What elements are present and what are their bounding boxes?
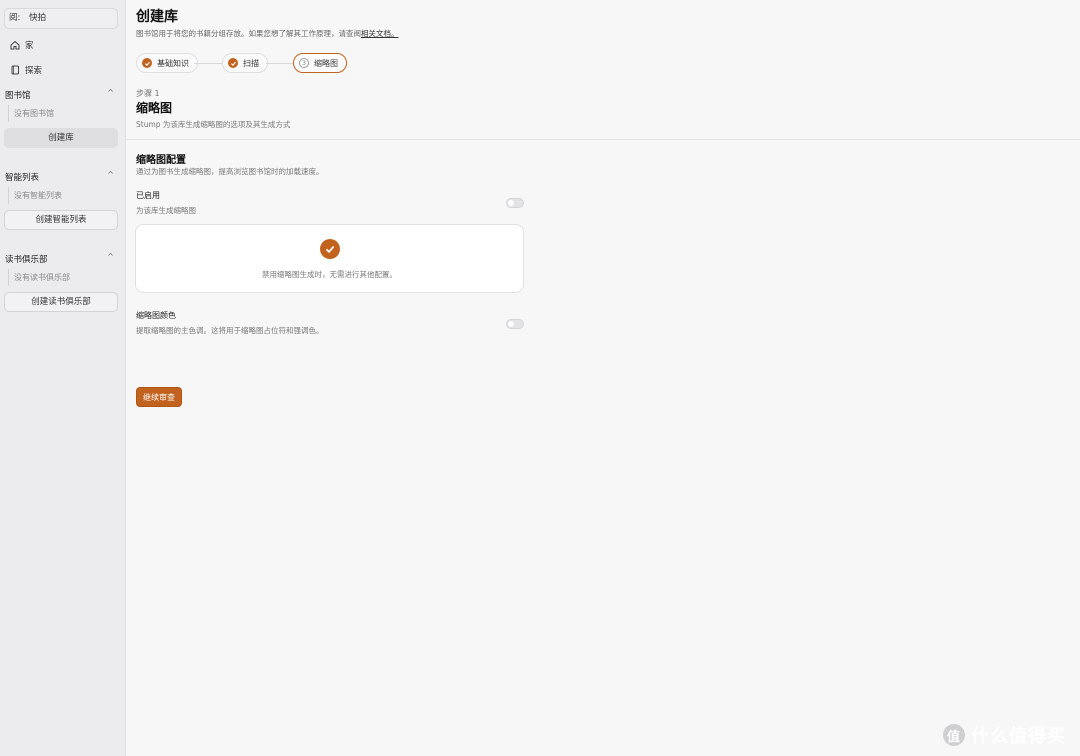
watermark-text: 什么值得买 xyxy=(971,726,1066,747)
page-subtitle: 图书馆用于将您的书籍分组存放。如果您想了解其工作原理，请查阅相关文档。 xyxy=(136,28,399,39)
option-enabled-label: 已启用 xyxy=(136,191,160,200)
check-icon xyxy=(142,58,152,68)
main-content: 创建库 图书馆用于将您的书籍分组存放。如果您想了解其工作原理，请查阅相关文档。 … xyxy=(126,0,1080,756)
section-smartlist-header[interactable]: 智能列表 ^ xyxy=(5,170,117,183)
step-basics-label: 基础知识 xyxy=(157,58,189,68)
option-color-desc: 提取缩略图的主色调。这将用于缩略图占位符和强调色。 xyxy=(136,326,324,335)
option-enabled-desc: 为该库生成缩略图 xyxy=(136,206,196,215)
section-description: 通过为图书生成缩略图，提高浏览图书馆时的加载速度。 xyxy=(136,167,324,176)
divider xyxy=(126,139,1080,140)
library-empty-text: 没有图书馆 xyxy=(8,105,124,122)
section-smartlist-title: 智能列表 xyxy=(5,173,40,183)
step-counter: 步骤 1 xyxy=(136,89,160,98)
nav-item-home-label: 家 xyxy=(25,41,34,51)
section-title: 缩略图配置 xyxy=(136,155,186,166)
option-color-label: 缩略图颜色 xyxy=(136,311,176,320)
nav-item-explore[interactable]: 探索 xyxy=(10,64,42,76)
info-text: 禁用缩略图生成时，无需进行其他配置。 xyxy=(262,270,397,279)
step-thumbnail-label: 缩略图 xyxy=(314,58,338,68)
section-bookclub-header[interactable]: 读书俱乐部 ^ xyxy=(5,252,117,265)
nav-item-explore-label: 探索 xyxy=(25,66,43,76)
library-switcher[interactable]: 阅: 快拍 xyxy=(4,8,118,29)
step-connector xyxy=(266,63,293,64)
bookclub-empty-text: 没有读书俱乐部 xyxy=(8,269,124,286)
step-thumbnail[interactable]: 3 缩略图 xyxy=(293,53,347,73)
docs-link[interactable]: 相关文档。 xyxy=(361,29,399,38)
watermark: 值 什么值得买 xyxy=(943,722,1066,748)
sidebar: 阅: 快拍 家 探索 图书馆 ^ 没有图书馆 创建库 智能列表 ^ 没有智能列表… xyxy=(0,0,126,756)
step-description: Stump 为该库生成缩略图的选项及其生成方式 xyxy=(136,120,291,129)
check-circle-icon xyxy=(320,239,340,259)
library-switcher-name: 快拍 xyxy=(29,13,47,23)
info-card: 禁用缩略图生成时，无需进行其他配置。 xyxy=(135,224,524,293)
home-icon xyxy=(10,40,20,50)
watermark-logo: 值 xyxy=(943,724,965,746)
chevron-up-icon[interactable]: ^ xyxy=(107,88,114,97)
step-number: 3 xyxy=(299,58,309,68)
page-subtitle-text: 图书馆用于将您的书籍分组存放。如果您想了解其工作原理，请查阅 xyxy=(136,29,361,38)
chevron-up-icon[interactable]: ^ xyxy=(107,252,114,261)
library-switcher-prefix: 阅: xyxy=(9,13,21,23)
step-scan-label: 扫描 xyxy=(243,58,259,68)
step-title: 缩略图 xyxy=(136,101,173,115)
book-icon xyxy=(11,65,19,75)
create-bookclub-button[interactable]: 创建读书俱乐部 xyxy=(4,292,118,312)
color-toggle[interactable] xyxy=(506,319,524,329)
section-library-title: 图书馆 xyxy=(5,91,31,101)
chevron-up-icon[interactable]: ^ xyxy=(107,170,114,179)
nav-item-home[interactable]: 家 xyxy=(10,39,34,51)
smartlist-empty-text: 没有智能列表 xyxy=(8,187,124,204)
step-connector xyxy=(194,63,222,64)
continue-button[interactable]: 继续审查 xyxy=(136,387,182,407)
step-basics[interactable]: 基础知识 xyxy=(136,53,198,73)
create-smartlist-button[interactable]: 创建智能列表 xyxy=(4,210,118,230)
create-library-button[interactable]: 创建库 xyxy=(4,128,118,148)
page-title: 创建库 xyxy=(136,9,178,25)
section-bookclub-title: 读书俱乐部 xyxy=(5,255,48,265)
check-icon xyxy=(228,58,238,68)
section-library-header[interactable]: 图书馆 ^ xyxy=(5,88,117,101)
enabled-toggle[interactable] xyxy=(506,198,524,208)
step-scan[interactable]: 扫描 xyxy=(222,53,268,73)
